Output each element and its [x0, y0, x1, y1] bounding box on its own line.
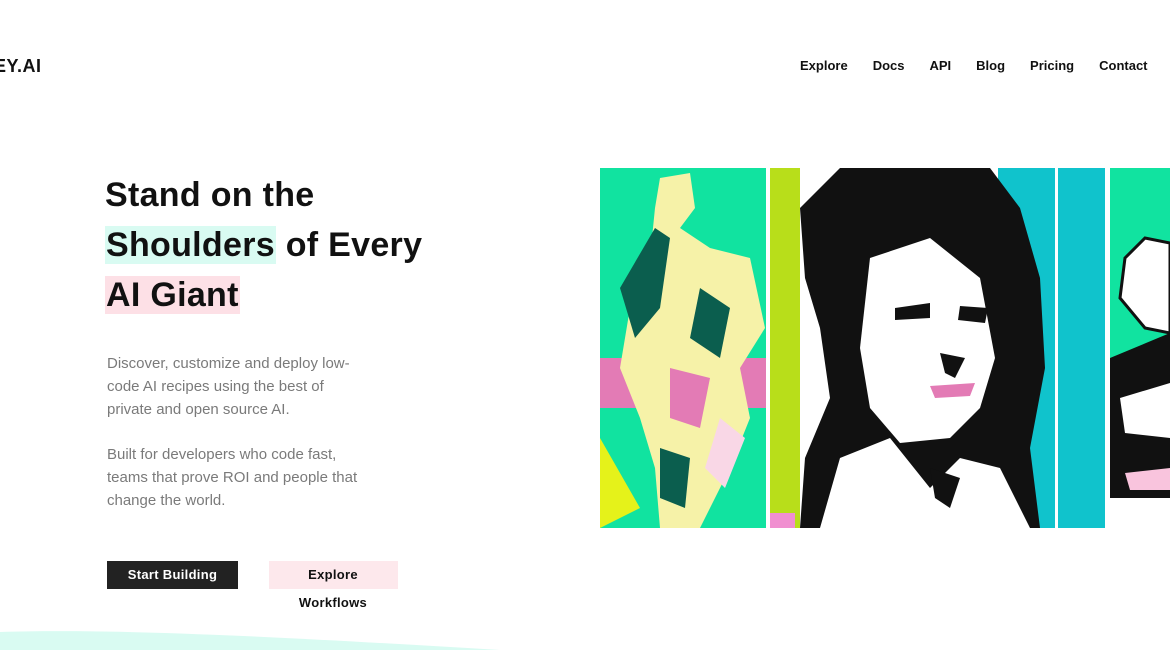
- nav-item-pricing[interactable]: Pricing: [1030, 58, 1074, 73]
- hero-description-1: Discover, customize and deploy low-code …: [107, 355, 350, 418]
- art-panel-portrait: [770, 168, 1105, 528]
- top-nav: Explore Docs API Blog Pricing Contact S: [800, 58, 1170, 73]
- hero-title: Stand on the Shoulders of Every AI Giant: [105, 170, 525, 320]
- brand-logo[interactable]: EY.AI: [0, 56, 42, 77]
- hero-title-line2-rest: of Every: [275, 226, 423, 264]
- hero-title-highlight-shoulders: Shoulders: [105, 226, 276, 264]
- nav-item-blog[interactable]: Blog: [976, 58, 1005, 73]
- explore-workflows-button[interactable]: Explore Workflows: [269, 561, 398, 610]
- hero-description-2: Built for developers who code fast, team…: [107, 446, 358, 509]
- nav-item-contact[interactable]: Contact: [1099, 58, 1147, 73]
- hero-title-highlight-ai-giant: AI Giant: [105, 276, 240, 314]
- art-panel-tree: [1110, 168, 1170, 498]
- start-building-button[interactable]: Start Building: [107, 561, 238, 589]
- hero-title-line1: Stand on the: [105, 176, 315, 214]
- hero-art-collage: [600, 168, 1170, 528]
- art-panel-runner: [600, 168, 766, 528]
- decorative-wave: [0, 631, 500, 650]
- nav-item-api[interactable]: API: [929, 58, 951, 73]
- nav-item-docs[interactable]: Docs: [873, 58, 905, 73]
- nav-item-explore[interactable]: Explore: [800, 58, 848, 73]
